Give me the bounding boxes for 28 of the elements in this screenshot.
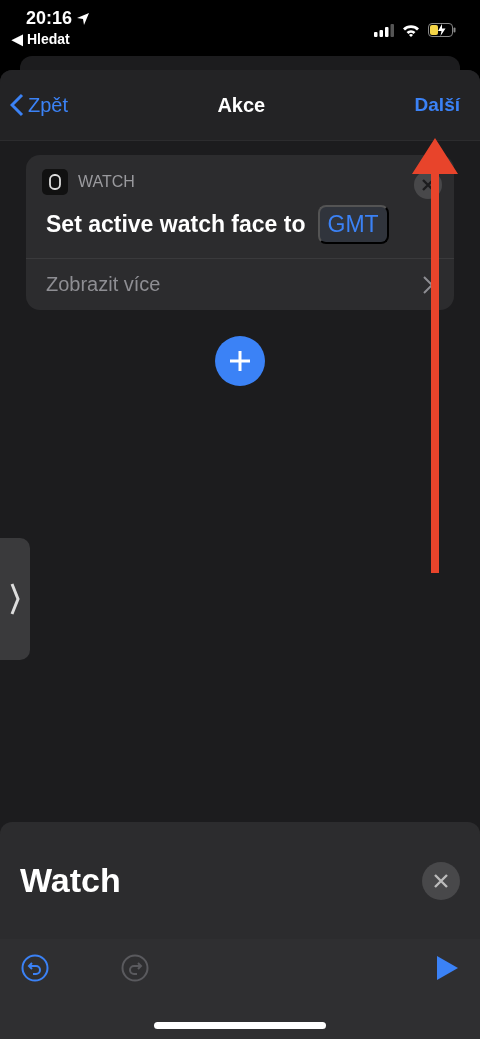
chevron-right-icon	[422, 274, 434, 295]
app-label: WATCH	[78, 173, 135, 191]
action-text: Set active watch face to	[46, 211, 306, 238]
next-button[interactable]: Další	[414, 94, 460, 116]
parameter-token[interactable]: GMT	[317, 205, 389, 244]
close-icon	[422, 179, 434, 191]
clock-time: 20:16	[26, 8, 73, 29]
close-icon	[433, 872, 449, 889]
sidebar-handle[interactable]	[0, 538, 30, 660]
redo-icon	[121, 954, 149, 982]
wifi-icon	[402, 23, 420, 37]
back-button[interactable]: Zpět	[10, 93, 69, 117]
watch-app-icon	[42, 169, 68, 195]
show-more-row[interactable]: Zobrazit více	[26, 259, 454, 310]
location-icon	[76, 11, 91, 26]
chevron-right-icon	[9, 582, 21, 616]
chevron-left-icon	[10, 93, 24, 117]
screen-title: Akce	[217, 93, 266, 117]
undo-button[interactable]	[20, 953, 50, 983]
plus-icon	[229, 350, 251, 372]
close-button[interactable]	[422, 861, 460, 900]
add-action-button[interactable]	[215, 336, 265, 386]
signal-icon	[374, 23, 394, 37]
undo-icon	[21, 954, 49, 982]
back-to-app-link[interactable]: ◀ Hledat	[12, 31, 91, 47]
panel-title: Watch	[20, 861, 121, 900]
play-icon	[435, 955, 459, 981]
battery-charging-icon	[428, 23, 456, 37]
